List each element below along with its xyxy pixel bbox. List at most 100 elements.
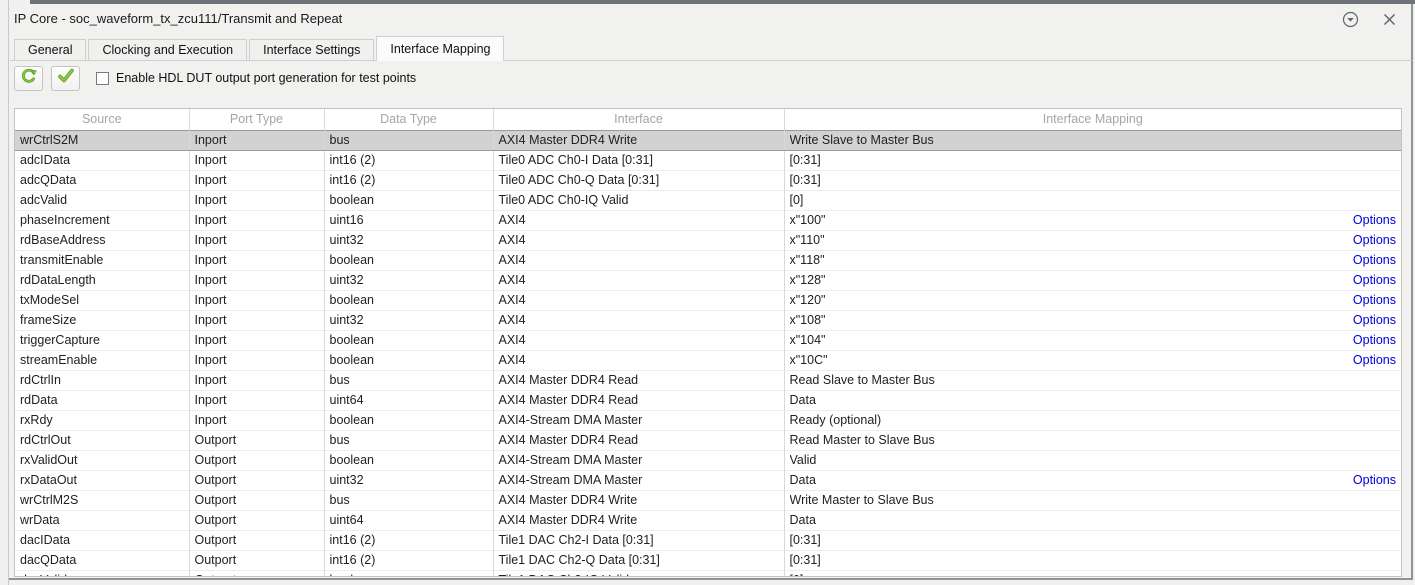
table-row[interactable]: rdCtrlOutOutportbusAXI4 Master DDR4 Read… xyxy=(15,430,1401,450)
toolbar: Enable HDL DUT output port generation fo… xyxy=(14,65,416,91)
cell-data-type: boolean xyxy=(324,190,493,210)
options-link[interactable]: Options xyxy=(1345,213,1396,227)
cell-interface: AXI4 Master DDR4 Write xyxy=(493,130,784,150)
tab-general[interactable]: General xyxy=(14,39,86,60)
cell-interface-mapping: x"108"Options xyxy=(784,310,1401,330)
table-row[interactable]: triggerCaptureInportbooleanAXI4x"104"Opt… xyxy=(15,330,1401,350)
table-row[interactable]: dacValidOutportbooleanTile1 DAC Ch2-IQ V… xyxy=(15,570,1401,577)
cell-port-type: Inport xyxy=(189,150,324,170)
cell-data-type: uint32 xyxy=(324,310,493,330)
table-row[interactable]: adcQDataInportint16 (2)Tile0 ADC Ch0-Q D… xyxy=(15,170,1401,190)
cell-interface-mapping: DataOptions xyxy=(784,470,1401,490)
table-row[interactable]: rdDataInportuint64AXI4 Master DDR4 ReadD… xyxy=(15,390,1401,410)
options-link[interactable]: Options xyxy=(1345,293,1396,307)
mapping-value: x"104" xyxy=(790,333,826,347)
mapping-value: [0:31] xyxy=(790,153,821,167)
cell-interface: Tile0 ADC Ch0-I Data [0:31] xyxy=(493,150,784,170)
table-row[interactable]: wrCtrlS2MInportbusAXI4 Master DDR4 Write… xyxy=(15,130,1401,150)
test-points-checkbox[interactable] xyxy=(96,72,109,85)
dock-menu-icon[interactable] xyxy=(1342,11,1359,28)
mapping-value: x"128" xyxy=(790,273,826,287)
table-row[interactable]: dacQDataOutportint16 (2)Tile1 DAC Ch2-Q … xyxy=(15,550,1401,570)
cell-port-type: Outport xyxy=(189,430,324,450)
cell-interface-mapping: [0:31] xyxy=(784,550,1401,570)
table-row[interactable]: wrDataOutportuint64AXI4 Master DDR4 Writ… xyxy=(15,510,1401,530)
test-points-checkbox-label: Enable HDL DUT output port generation fo… xyxy=(116,71,416,85)
options-link[interactable]: Options xyxy=(1345,273,1396,287)
table-row[interactable]: rdBaseAddressInportuint32AXI4x"110"Optio… xyxy=(15,230,1401,250)
cell-source: txModeSel xyxy=(15,290,189,310)
cell-port-type: Inport xyxy=(189,410,324,430)
cell-data-type: boolean xyxy=(324,250,493,270)
tab-interface-settings[interactable]: Interface Settings xyxy=(249,39,374,60)
cell-port-type: Outport xyxy=(189,450,324,470)
validate-button[interactable] xyxy=(51,66,80,91)
table-row[interactable]: adcIDataInportint16 (2)Tile0 ADC Ch0-I D… xyxy=(15,150,1401,170)
refresh-icon xyxy=(20,67,38,90)
cell-interface: AXI4 xyxy=(493,310,784,330)
cell-source: rdBaseAddress xyxy=(15,230,189,250)
options-link[interactable]: Options xyxy=(1345,333,1396,347)
cell-interface-mapping: [0] xyxy=(784,190,1401,210)
table-row[interactable]: frameSizeInportuint32AXI4x"108"Options xyxy=(15,310,1401,330)
cell-source: rdCtrlOut xyxy=(15,430,189,450)
cell-source: frameSize xyxy=(15,310,189,330)
cell-port-type: Inport xyxy=(189,230,324,250)
options-link[interactable]: Options xyxy=(1345,353,1396,367)
cell-port-type: Inport xyxy=(189,250,324,270)
options-link[interactable]: Options xyxy=(1345,313,1396,327)
cell-port-type: Outport xyxy=(189,550,324,570)
cell-interface-mapping: Read Master to Slave Bus xyxy=(784,430,1401,450)
cell-port-type: Inport xyxy=(189,390,324,410)
cell-source: wrData xyxy=(15,510,189,530)
table-row[interactable]: txModeSelInportbooleanAXI4x"120"Options xyxy=(15,290,1401,310)
cell-interface-mapping: x"104" Options xyxy=(784,330,1401,350)
refresh-button[interactable] xyxy=(14,66,43,91)
cell-source: transmitEnable xyxy=(15,250,189,270)
table-row[interactable]: phaseIncrementInportuint16AXI4x"100"Opti… xyxy=(15,210,1401,230)
cell-data-type: boolean xyxy=(324,410,493,430)
cell-data-type: bus xyxy=(324,130,493,150)
cell-interface-mapping: Read Slave to Master Bus xyxy=(784,370,1401,390)
cell-interface: AXI4 Master DDR4 Read xyxy=(493,370,784,390)
table-row[interactable]: rdCtrlInInportbusAXI4 Master DDR4 ReadRe… xyxy=(15,370,1401,390)
column-header: Interface Mapping xyxy=(784,109,1401,130)
cell-source: adcQData xyxy=(15,170,189,190)
table-row[interactable]: transmitEnableInportbooleanAXI4x"118"Opt… xyxy=(15,250,1401,270)
tab-clocking-and-execution[interactable]: Clocking and Execution xyxy=(88,39,247,60)
table-row[interactable]: wrCtrlM2SOutportbusAXI4 Master DDR4 Writ… xyxy=(15,490,1401,510)
options-link[interactable]: Options xyxy=(1345,233,1396,247)
table-row[interactable]: rxValidOutOutportbooleanAXI4-Stream DMA … xyxy=(15,450,1401,470)
cell-port-type: Inport xyxy=(189,270,324,290)
table-row[interactable]: rdDataLengthInportuint32AXI4x"128"Option… xyxy=(15,270,1401,290)
cell-interface: Tile1 DAC Ch2-IQ Valid xyxy=(493,570,784,577)
cell-source: dacIData xyxy=(15,530,189,550)
title-bar: IP Core - soc_waveform_tx_zcu111/Transmi… xyxy=(14,11,1401,29)
column-header: Data Type xyxy=(324,109,493,130)
tab-interface-mapping[interactable]: Interface Mapping xyxy=(376,36,504,61)
cell-data-type: int16 (2) xyxy=(324,170,493,190)
cell-interface: AXI4 xyxy=(493,230,784,250)
cell-source: rxDataOut xyxy=(15,470,189,490)
table-row[interactable]: adcValidInportbooleanTile0 ADC Ch0-IQ Va… xyxy=(15,190,1401,210)
cell-interface: AXI4 Master DDR4 Read xyxy=(493,390,784,410)
cell-source: streamEnable xyxy=(15,350,189,370)
options-link[interactable]: Options xyxy=(1345,473,1396,487)
close-icon[interactable] xyxy=(1381,11,1398,28)
table-row[interactable]: streamEnableInportbooleanAXI4x"10C"Optio… xyxy=(15,350,1401,370)
checkmark-icon xyxy=(57,67,75,90)
cell-interface: AXI4 xyxy=(493,350,784,370)
cell-data-type: int16 (2) xyxy=(324,150,493,170)
cell-interface: Tile0 ADC Ch0-Q Data [0:31] xyxy=(493,170,784,190)
table-row[interactable]: rxDataOutOutportuint32AXI4-Stream DMA Ma… xyxy=(15,470,1401,490)
cell-port-type: Inport xyxy=(189,290,324,310)
options-link[interactable]: Options xyxy=(1345,253,1396,267)
mapping-value: [0:31] xyxy=(790,553,821,567)
table-row[interactable]: rxRdyInportbooleanAXI4-Stream DMA Master… xyxy=(15,410,1401,430)
cell-data-type: bus xyxy=(324,430,493,450)
cell-interface-mapping: Valid xyxy=(784,450,1401,470)
mapping-value: x"110" xyxy=(790,233,825,247)
table-row[interactable]: dacIDataOutportint16 (2)Tile1 DAC Ch2-I … xyxy=(15,530,1401,550)
cell-interface-mapping: [0:31] xyxy=(784,530,1401,550)
mapping-value: [0] xyxy=(790,193,804,207)
